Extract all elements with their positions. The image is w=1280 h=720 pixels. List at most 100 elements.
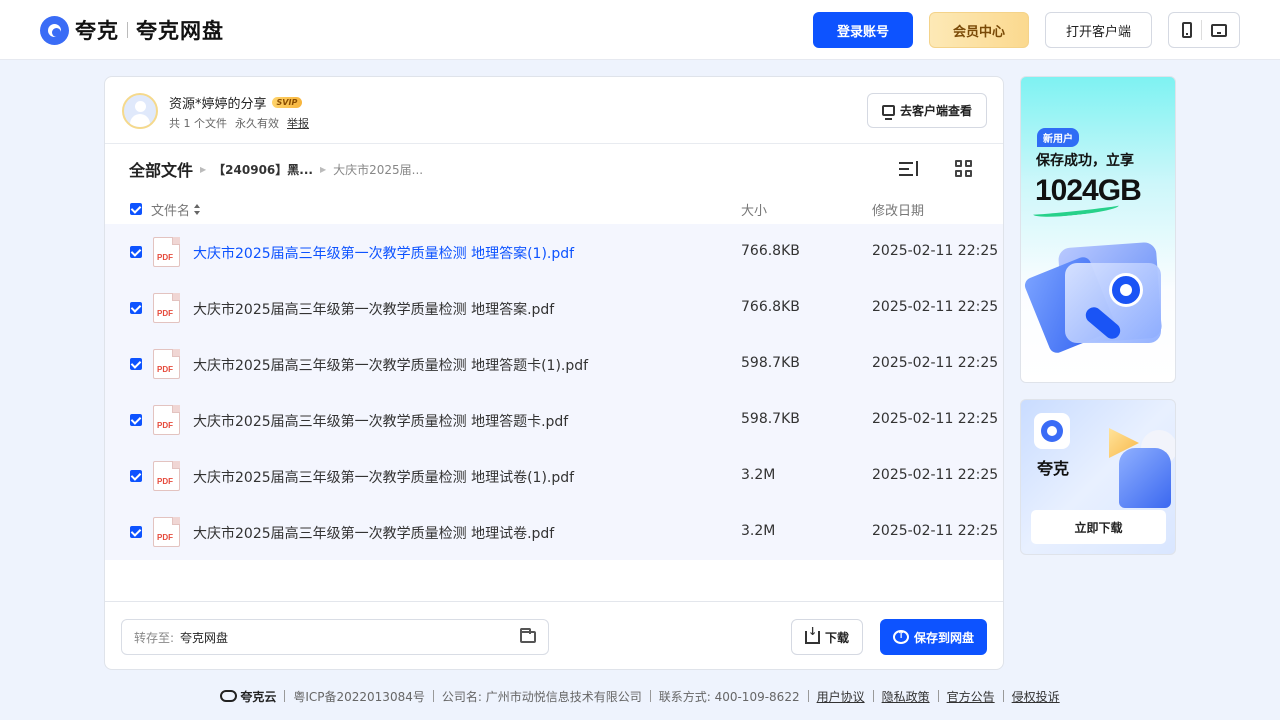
table-row[interactable]: PDF 大庆市2025届高三年级第一次教学质量检测 地理试卷.pdf 3.2M … [105, 504, 1003, 560]
breadcrumb-folder[interactable]: 【240906】黑... [213, 161, 313, 178]
new-user-tag: 新用户 [1037, 128, 1079, 147]
file-date: 2025-02-11 22:25 [872, 467, 999, 483]
quark-app-icon [1034, 413, 1070, 449]
avatar [122, 93, 158, 129]
footer-link-complaint[interactable]: 侵权投诉 [1012, 688, 1060, 705]
logo-product-text: 夸克网盘 [136, 19, 224, 43]
select-all-checkbox[interactable] [130, 203, 142, 215]
save-destination-field[interactable]: 转存至: 夸克网盘 [121, 619, 549, 655]
column-name[interactable]: 文件名 [151, 200, 201, 219]
pdf-file-icon: PDF [153, 293, 180, 323]
file-name[interactable]: 大庆市2025届高三年级第一次教学质量检测 地理答题卡(1).pdf [193, 355, 588, 375]
save-destination-label: 转存至: [134, 630, 175, 645]
logo-brand-text: 夸克 [75, 19, 119, 43]
table-row[interactable]: PDF 大庆市2025届高三年级第一次教学质量检测 地理答案.pdf 766.8… [105, 280, 1003, 336]
row-checkbox[interactable] [130, 302, 142, 314]
column-name-label: 文件名 [151, 204, 191, 219]
download-button[interactable]: 下载 [791, 619, 863, 655]
app-download-ad: 夸克 立即下载 [1020, 399, 1176, 555]
file-name[interactable]: 大庆市2025届高三年级第一次教学质量检测 地理试卷.pdf [193, 523, 554, 543]
file-size: 598.7KB [741, 355, 800, 371]
save-to-drive-label: 保存到网盘 [913, 630, 974, 645]
breadcrumb-arrow-icon: ▶ [319, 164, 327, 174]
logo-divider [127, 22, 128, 38]
save-to-drive-button[interactable]: 保存到网盘 [880, 619, 987, 655]
file-size: 766.8KB [741, 299, 800, 315]
footer-company: 公司名: 广州市动悦信息技术有限公司 [441, 689, 642, 704]
pdf-file-icon: PDF [153, 405, 180, 435]
footer-divider [937, 690, 939, 702]
file-date: 2025-02-11 22:25 [872, 523, 999, 539]
file-size: 3.2M [741, 523, 776, 539]
file-name[interactable]: 大庆市2025届高三年级第一次教学质量检测 地理试卷(1).pdf [193, 467, 574, 487]
sort-icon[interactable] [899, 160, 919, 178]
table-row[interactable]: PDF 大庆市2025届高三年级第一次教学质量检测 地理答题卡(1).pdf 5… [105, 336, 1003, 392]
open-client-button[interactable]: 打开客户端 [1045, 12, 1152, 48]
grid-view-icon[interactable] [955, 160, 973, 178]
table-row[interactable]: PDF 大庆市2025届高三年级第一次教学质量检测 地理试卷(1).pdf 3.… [105, 448, 1003, 504]
row-checkbox[interactable] [130, 526, 142, 538]
folder-icon[interactable] [520, 628, 536, 643]
monitor-icon [881, 105, 895, 120]
breadcrumb-current: 大庆市2025届... [333, 162, 424, 177]
validity: 永久有效 [235, 117, 279, 130]
app-name: 夸克 [1037, 459, 1070, 478]
footer-divider [807, 690, 809, 702]
download-app-button[interactable]: 立即下载 [1031, 510, 1166, 544]
download-icon [804, 625, 820, 644]
footer-link-privacy[interactable]: 隐私政策 [882, 688, 930, 705]
file-count: 共 1 个文件 [169, 117, 227, 130]
cloud-upload-icon [892, 630, 909, 644]
row-checkbox[interactable] [130, 358, 142, 370]
pdf-file-icon: PDF [153, 349, 180, 379]
device-buttons [1168, 12, 1240, 48]
cloud-logo-icon [220, 690, 238, 702]
report-link[interactable]: 举报 [287, 115, 309, 131]
row-checkbox[interactable] [130, 246, 142, 258]
table-header: 文件名 大小 修改日期 [105, 197, 1003, 221]
table-row[interactable]: PDF 大庆市2025届高三年级第一次教学质量检测 地理答案(1).pdf 76… [105, 224, 1003, 280]
footer-divider [872, 690, 874, 702]
file-name[interactable]: 大庆市2025届高三年级第一次教学质量检测 地理答题卡.pdf [193, 411, 568, 431]
svip-badge: SVIP [271, 97, 303, 108]
footer-icp[interactable]: 粤ICP备2022013084号 [293, 688, 425, 705]
login-button[interactable]: 登录账号 [813, 12, 913, 48]
file-date: 2025-02-11 22:25 [872, 355, 999, 371]
save-destination-value: 夸克网盘 [180, 630, 229, 645]
file-size: 3.2M [741, 467, 776, 483]
phone-icon[interactable] [1181, 22, 1192, 38]
row-checkbox[interactable] [130, 414, 142, 426]
file-list: PDF 大庆市2025届高三年级第一次教学质量检测 地理答案(1).pdf 76… [105, 224, 1003, 560]
file-name[interactable]: 大庆市2025届高三年级第一次教学质量检测 地理答案.pdf [193, 299, 554, 319]
row-checkbox[interactable] [130, 470, 142, 482]
table-row[interactable]: PDF 大庆市2025届高三年级第一次教学质量检测 地理答题卡.pdf 598.… [105, 392, 1003, 448]
view-in-client-button[interactable]: 去客户端查看 [867, 93, 987, 128]
download-label: 下载 [824, 630, 849, 645]
folder-illustration [1022, 241, 1163, 356]
file-date: 2025-02-11 22:25 [872, 243, 999, 259]
share-meta: 共 1 个文件 永久有效 举报 [169, 115, 309, 131]
vip-center-button[interactable]: 会员中心 [929, 12, 1029, 48]
breadcrumb-arrow-icon: ▶ [200, 164, 207, 174]
sort-arrows-icon [194, 203, 201, 216]
file-name[interactable]: 大庆市2025届高三年级第一次教学质量检测 地理答案(1).pdf [193, 243, 574, 263]
breadcrumb-root[interactable]: 全部文件 [129, 157, 193, 181]
footer-link-user-agreement[interactable]: 用户协议 [817, 688, 865, 705]
footer-link-announcements[interactable]: 官方公告 [947, 688, 995, 705]
desktop-download-icon[interactable] [1210, 23, 1227, 37]
share-title-text: 资源*婷婷的分享 [169, 97, 267, 112]
share-header: 资源*婷婷的分享 SVIP 共 1 个文件 永久有效 举报 去客户端查看 [105, 77, 1003, 144]
ad-headline: 保存成功，立享 [1036, 153, 1134, 169]
file-size: 598.7KB [741, 411, 800, 427]
top-header: 夸克 夸克网盘 登录账号 会员中心 打开客户端 [0, 0, 1280, 60]
site-footer: 夸克云 粤ICP备2022013084号 公司名: 广州市动悦信息技术有限公司 … [0, 686, 1280, 706]
footer-brand-text: 夸克云 [240, 689, 277, 704]
device-divider [1200, 20, 1202, 40]
quark-logo[interactable]: 夸克 夸克网盘 [40, 14, 224, 46]
share-title: 资源*婷婷的分享 SVIP [169, 93, 303, 112]
share-card: 资源*婷婷的分享 SVIP 共 1 个文件 永久有效 举报 去客户端查看 全部文… [104, 76, 1004, 670]
new-user-ad[interactable]: 新用户 保存成功，立享 1024GB [1020, 76, 1176, 383]
action-bar: 转存至: 夸克网盘 下载 保存到网盘 [105, 601, 1003, 669]
footer-divider [1002, 690, 1004, 702]
file-date: 2025-02-11 22:25 [872, 411, 999, 427]
